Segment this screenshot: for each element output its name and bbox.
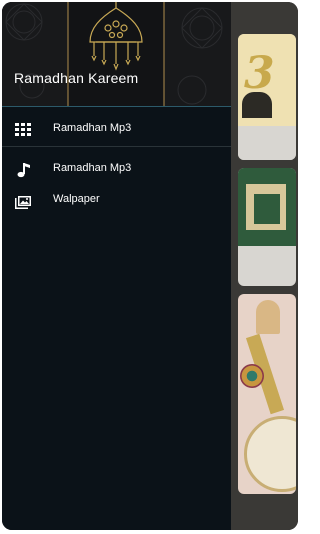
- app-frame: 3 Ramadhan Kareem Ramadhan Mp3 Ramadhan …: [2, 2, 298, 530]
- arch-opening: [254, 194, 280, 224]
- music-note-icon: [17, 163, 30, 178]
- content-tile[interactable]: [238, 294, 296, 494]
- menu-item-label: Ramadhan Mp3: [53, 122, 132, 134]
- drawer-header: Ramadhan Kareem: [2, 2, 231, 107]
- lantern-image: [256, 300, 280, 334]
- menu-item-walpaper[interactable]: Walpaper: [2, 189, 231, 213]
- tile-artwork: [238, 168, 296, 246]
- grid-icon: [15, 123, 31, 136]
- mosque-dome-image: [242, 92, 272, 118]
- islamic-pattern-background: [2, 2, 231, 106]
- menu-item-label: Ramadhan Mp3: [53, 162, 132, 174]
- menu-divider: [2, 146, 231, 147]
- rosette-image: [240, 364, 264, 388]
- clock-image: [244, 416, 296, 492]
- content-tile[interactable]: [238, 168, 296, 286]
- navigation-drawer: Ramadhan Kareem Ramadhan Mp3 Ramadhan Mp…: [2, 2, 231, 530]
- content-tile[interactable]: 3: [238, 34, 296, 160]
- menu-item-ramadhan-mp3-music[interactable]: Ramadhan Mp3: [2, 158, 231, 182]
- menu-item-label: Walpaper: [53, 193, 100, 205]
- menu-item-ramadhan-mp3-grid[interactable]: Ramadhan Mp3: [2, 118, 231, 142]
- tile-footer: [238, 126, 296, 160]
- tile-artwork: 3: [238, 34, 296, 126]
- drawer-title: Ramadhan Kareem: [14, 70, 139, 86]
- wallpaper-icon: [15, 196, 31, 209]
